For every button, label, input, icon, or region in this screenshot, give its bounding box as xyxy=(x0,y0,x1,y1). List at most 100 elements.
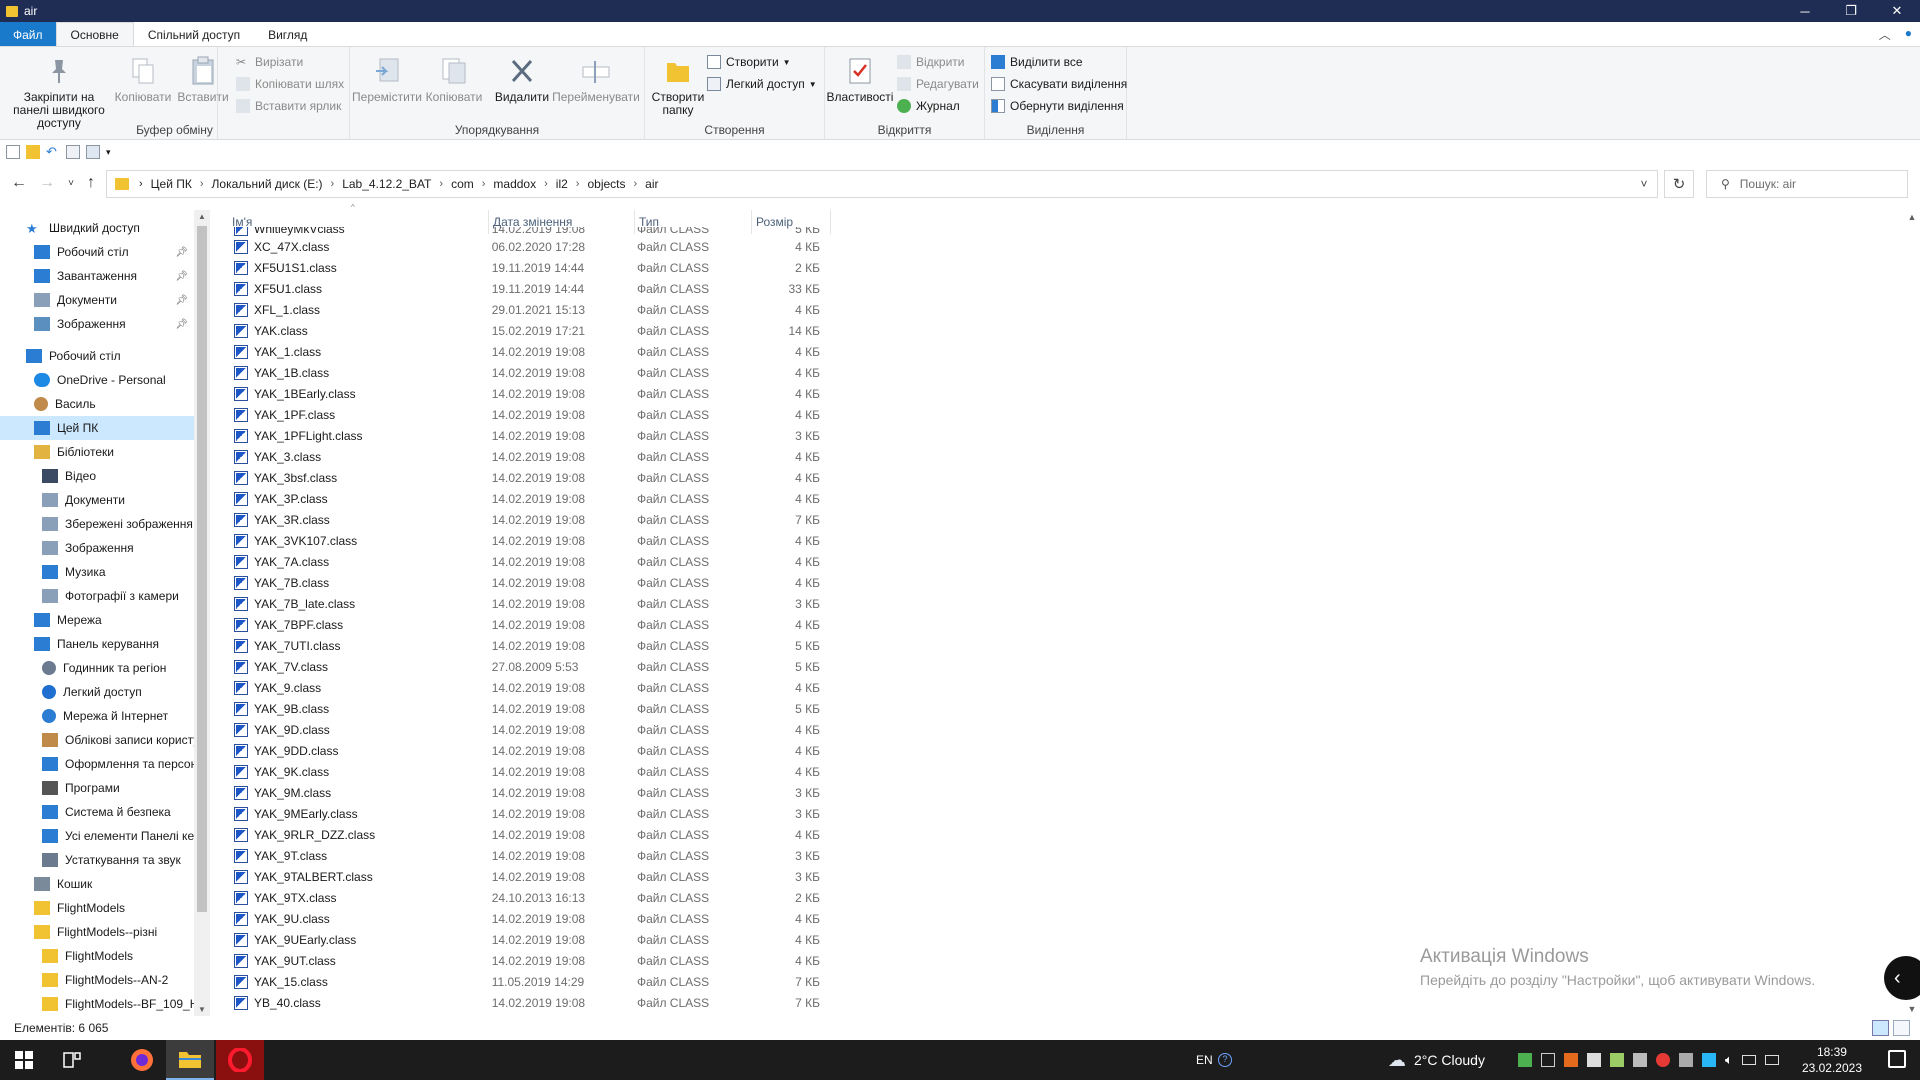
properties-qat-icon[interactable] xyxy=(6,144,20,159)
open-button[interactable]: Відкрити xyxy=(897,53,965,71)
qat-dropdown-icon[interactable]: ▾ xyxy=(106,145,120,159)
pin-icon[interactable]: 📌︎ xyxy=(175,271,188,282)
file-row[interactable]: YAK_7BPF.class 14.02.2019 19:08 Файл CLASS… xyxy=(228,614,828,635)
nav-item[interactable]: Збережені зображення xyxy=(0,512,194,536)
tab-share[interactable]: Спільний доступ xyxy=(134,22,254,47)
nav-item[interactable]: Зображення 📌︎ xyxy=(0,312,194,336)
nav-item[interactable]: Зображення xyxy=(0,536,194,560)
tray-app-icon[interactable] xyxy=(1702,1053,1716,1067)
copy-to-button[interactable]: Копіювати xyxy=(424,55,484,104)
language-indicator[interactable]: EN xyxy=(1196,1040,1213,1080)
file-row[interactable]: YAK.class 15.02.2019 17:21 Файл CLASS 14 КБ xyxy=(228,320,828,341)
nav-item[interactable]: Легкий доступ xyxy=(0,680,194,704)
details-view-icon[interactable] xyxy=(1872,1020,1889,1036)
file-row[interactable]: YAK_9UEarly.class 14.02.2019 19:08 Файл CL… xyxy=(228,929,828,950)
new-folder-button[interactable]: Створити папку xyxy=(649,55,707,117)
edit-button[interactable]: Редагувати xyxy=(897,75,979,93)
file-row[interactable]: YAK_7V.class 27.08.2009 5:53 Файл CLASS 5 К… xyxy=(228,656,828,677)
nav-item[interactable]: Фотографії з камери xyxy=(0,584,194,608)
file-row[interactable]: YAK_3R.class 14.02.2019 19:08 Файл CLASS 7 … xyxy=(228,509,828,530)
breadcrumb-maddox[interactable]: maddox xyxy=(493,177,536,191)
tray-app-icon[interactable] xyxy=(1541,1053,1555,1067)
nav-item[interactable]: Мережа й Інтернет xyxy=(0,704,194,728)
delete-button[interactable]: Видалити xyxy=(494,55,550,104)
nav-item[interactable]: FlightModels xyxy=(0,896,194,920)
file-row[interactable]: YAK_15.class 11.05.2019 14:29 Файл CLASS 7 … xyxy=(228,971,828,992)
nav-item[interactable]: Усі елементи Панелі кер xyxy=(0,824,194,848)
nav-item[interactable]: Відео xyxy=(0,464,194,488)
history-button[interactable]: Журнал xyxy=(897,97,960,115)
file-row[interactable]: YAK_3.class 14.02.2019 19:08 Файл CLASS 4 К… xyxy=(228,446,828,467)
file-row[interactable]: YAK_3P.class 14.02.2019 19:08 Файл CLASS 4 … xyxy=(228,488,828,509)
file-row[interactable]: YAK_1BEarly.class 14.02.2019 19:08 Файл CL… xyxy=(228,383,828,404)
nav-item[interactable]: Робочий стіл 📌︎ xyxy=(0,240,194,264)
file-row[interactable]: YAK_9T.class 14.02.2019 19:08 Файл CLASS 3 … xyxy=(228,845,828,866)
nav-item[interactable]: Цей ПК xyxy=(0,416,194,440)
tray-app-icon[interactable] xyxy=(1679,1053,1693,1067)
file-explorer-taskbar-button[interactable] xyxy=(166,1040,214,1080)
minimize-button[interactable]: ─ xyxy=(1782,0,1828,22)
scroll-down-icon[interactable]: ▼ xyxy=(1904,1004,1920,1014)
pin-icon[interactable]: 📌︎ xyxy=(175,295,188,306)
file-row[interactable]: XF5U1.class 19.11.2019 14:44 Файл CLASS 33 … xyxy=(228,278,828,299)
start-button[interactable] xyxy=(0,1040,48,1080)
file-row[interactable]: YAK_7UTI.class 14.02.2019 19:08 Файл CLASS… xyxy=(228,635,828,656)
properties-button[interactable]: Властивості xyxy=(827,55,893,104)
nav-item[interactable]: FlightModels--AN-2 xyxy=(0,968,194,992)
nav-scroll-thumb[interactable] xyxy=(197,226,207,912)
breadcrumb-air[interactable]: air xyxy=(645,177,658,191)
move-to-button[interactable]: Перемістити xyxy=(352,55,422,104)
pin-icon[interactable]: 📌︎ xyxy=(175,319,188,330)
forward-button[interactable]: → xyxy=(36,174,58,192)
tray-app-icon[interactable] xyxy=(1587,1053,1601,1067)
nav-item[interactable]: Система й безпека xyxy=(0,800,194,824)
breadcrumb-objects[interactable]: objects xyxy=(587,177,625,191)
close-button[interactable]: ✕ xyxy=(1874,0,1920,22)
breadcrumb-il2[interactable]: il2 xyxy=(556,177,568,191)
invert-selection-button[interactable]: Обернути виділення xyxy=(991,97,1124,115)
nav-item[interactable]: Облікові записи користу xyxy=(0,728,194,752)
file-row[interactable]: YAK_9D.class 14.02.2019 19:08 Файл CLASS 4 … xyxy=(228,719,828,740)
address-dropdown-icon[interactable]: ˅ xyxy=(1631,171,1657,197)
nav-item[interactable]: Робочий стіл xyxy=(0,344,194,368)
file-row[interactable]: YAK_1PFLight.class 14.02.2019 19:08 Файл C… xyxy=(228,425,828,446)
tab-home[interactable]: Основне xyxy=(55,22,134,47)
nav-item[interactable]: Програми xyxy=(0,776,194,800)
back-button[interactable]: ← xyxy=(8,174,30,192)
file-row[interactable]: XFL_1.class 29.01.2021 15:13 Файл CLASS 4 К… xyxy=(228,299,828,320)
file-row[interactable]: YAK_1.class 14.02.2019 19:08 Файл CLASS 4 К… xyxy=(228,341,828,362)
search-input[interactable]: ⚲ Пошук: air xyxy=(1706,170,1908,198)
file-row[interactable]: YB_40.class 14.02.2019 19:08 Файл CLASS 7 К… xyxy=(228,992,828,1013)
nav-item[interactable]: FlightModels--BF_109_HA xyxy=(0,992,194,1016)
refresh-button[interactable]: ↻ xyxy=(1664,170,1694,198)
view-qat-icon[interactable] xyxy=(66,144,80,159)
tray-app-icon[interactable] xyxy=(1610,1053,1624,1067)
tray-app-icon[interactable] xyxy=(1564,1053,1578,1067)
nav-item[interactable]: Документи xyxy=(0,488,194,512)
help-icon[interactable]: ● xyxy=(1905,26,1912,43)
side-panel-toggle-icon[interactable]: ‹ xyxy=(1884,956,1920,1000)
file-row[interactable]: YAK_9M.class 14.02.2019 19:08 Файл CLASS 3 … xyxy=(228,782,828,803)
up-button[interactable]: ↑ xyxy=(80,174,102,192)
display-icon[interactable] xyxy=(1764,1055,1779,1065)
file-row[interactable]: YAK_7B.class 14.02.2019 19:08 Файл CLASS 4 … xyxy=(228,572,828,593)
nav-item[interactable]: Завантаження 📌︎ xyxy=(0,264,194,288)
undo-icon[interactable]: ↶ xyxy=(46,144,60,159)
file-row[interactable]: YAK_9U.class 14.02.2019 19:08 Файл CLASS 4 … xyxy=(228,908,828,929)
file-row[interactable]: YAK_1PF.class 14.02.2019 19:08 Файл CLASS 4… xyxy=(228,404,828,425)
nav-item[interactable]: Мережа xyxy=(0,608,194,632)
new-folder-qat-icon[interactable] xyxy=(26,144,40,159)
file-row[interactable]: YAK_9UT.class 14.02.2019 19:08 Файл CLASS 4… xyxy=(228,950,828,971)
nav-item[interactable]: Оформлення та персона xyxy=(0,752,194,776)
new-item-button[interactable]: Створити ▼ xyxy=(707,53,791,71)
nav-item[interactable]: ★ Швидкий доступ xyxy=(0,216,194,240)
file-row[interactable]: XF5U1S1.class 19.11.2019 14:44 Файл CLASS 2… xyxy=(228,257,828,278)
pin-icon[interactable]: 📌︎ xyxy=(175,247,188,258)
file-list-scrollbar[interactable]: ▲ ▼ xyxy=(1904,210,1920,1016)
file-row[interactable]: YAK_9TALBERT.class 14.02.2019 19:08 Файл C… xyxy=(228,866,828,887)
file-row[interactable]: YAK_9B.class 14.02.2019 19:08 Файл CLASS 5 … xyxy=(228,698,828,719)
nav-item[interactable]: Музика xyxy=(0,560,194,584)
tray-app-icon[interactable] xyxy=(1518,1053,1532,1067)
restore-button[interactable]: ❐ xyxy=(1828,0,1874,22)
nav-scrollbar[interactable]: ▲ ▼ xyxy=(194,210,210,1016)
